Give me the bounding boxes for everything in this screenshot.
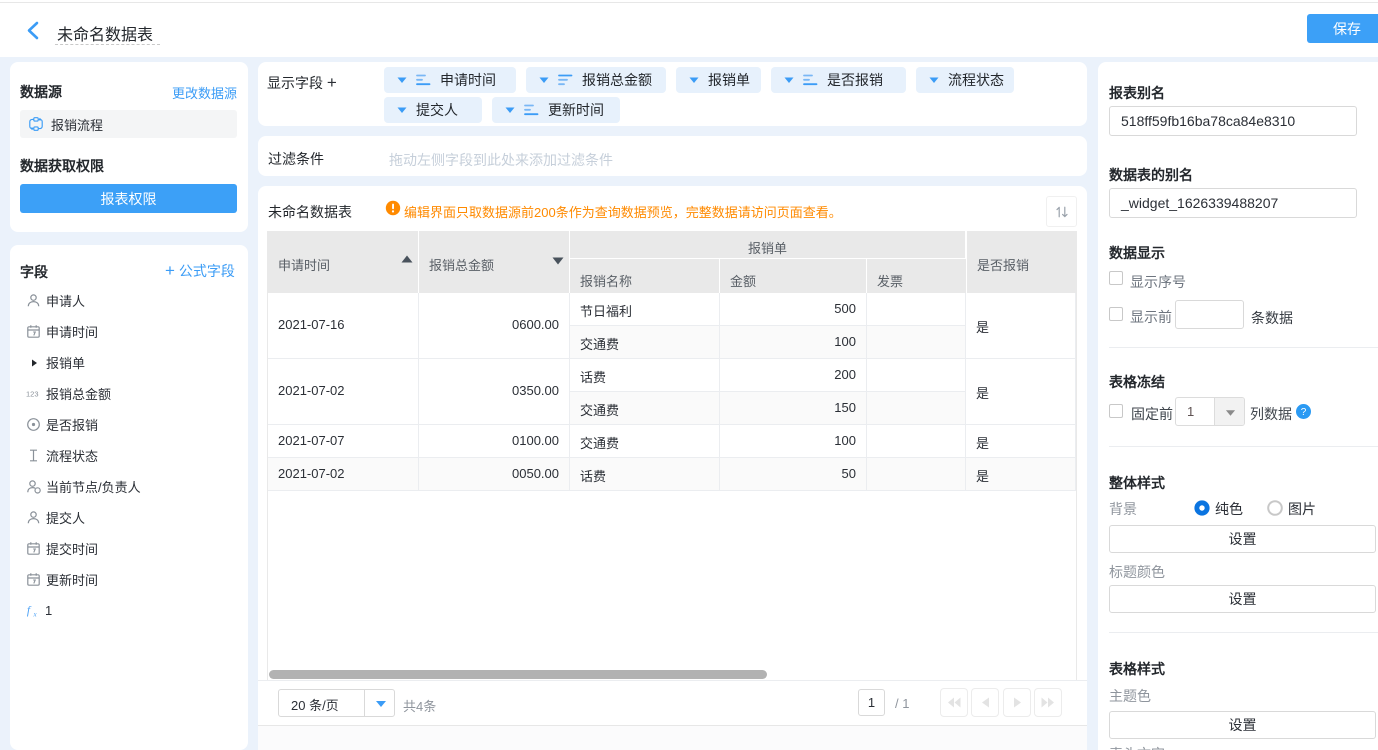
svg-text:x: x bbox=[33, 610, 38, 618]
svg-text:123: 123 bbox=[26, 390, 39, 399]
svg-text:?: ? bbox=[1301, 407, 1307, 418]
svg-text:f: f bbox=[27, 605, 32, 617]
